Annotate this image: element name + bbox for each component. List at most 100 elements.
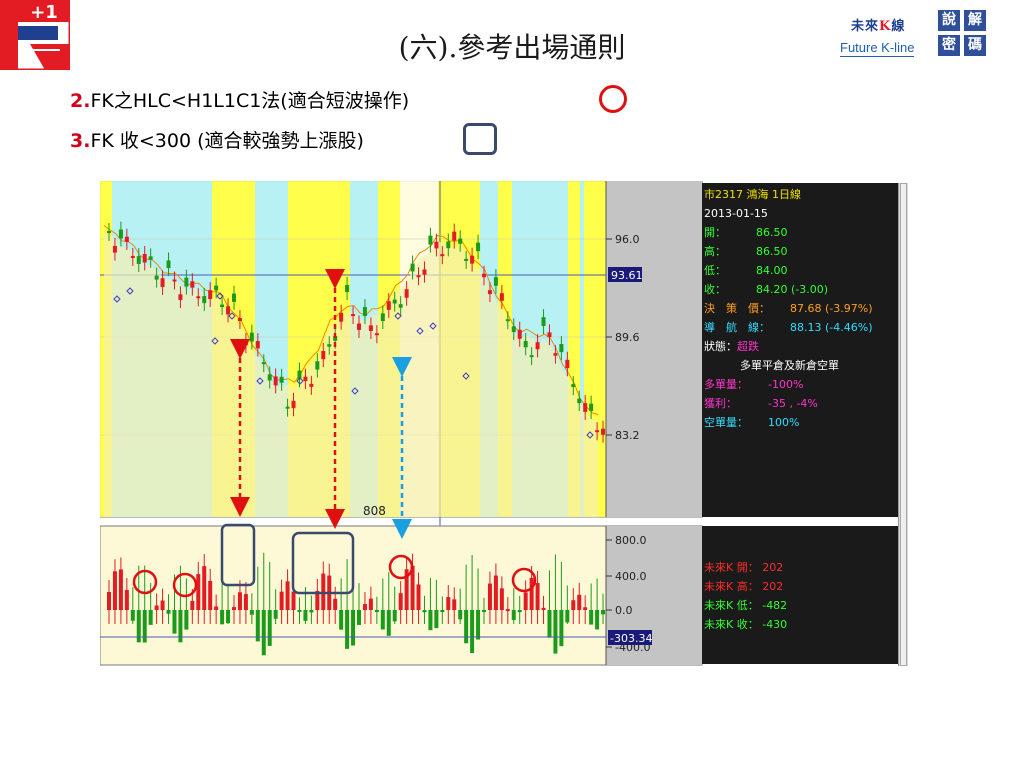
osc-bar [237, 592, 242, 610]
decode-tiles: 說 解 密 碼 [938, 10, 988, 58]
candle-body [357, 323, 361, 330]
osc-bar [368, 598, 373, 610]
osc-bar [297, 610, 302, 612]
osc-bar [428, 610, 433, 631]
candle-body [511, 326, 516, 332]
osc-bar [303, 610, 308, 621]
candle-body [368, 325, 373, 331]
candle-body [559, 344, 564, 353]
candle-body [589, 403, 594, 411]
candle-body [577, 398, 582, 404]
square-marker-legend [463, 123, 497, 155]
candle-body [214, 285, 219, 291]
osc-bar [154, 605, 159, 610]
osc-tick-label: 800.0 [615, 534, 647, 547]
osc-bar [565, 610, 570, 623]
osc-bar [130, 610, 135, 621]
osc-current-label: -303.34 [610, 632, 652, 645]
candle-body [291, 400, 296, 409]
candle-body [458, 238, 463, 244]
osc-bar [279, 591, 284, 610]
svg-text:+1: +1 [30, 2, 58, 23]
osc-bar [571, 600, 576, 610]
osc-bar [523, 592, 528, 610]
quote-date: 2013-01-15 [704, 207, 768, 220]
osc-bar [452, 599, 457, 610]
candle-body [345, 285, 350, 293]
candle-body [499, 293, 504, 301]
osc-bar [118, 569, 123, 610]
candle-body [422, 269, 427, 275]
osc-bar [559, 610, 564, 647]
candle-body [487, 290, 492, 295]
candle-body [446, 241, 451, 249]
osc-bar [232, 607, 236, 610]
osc-bar [166, 610, 171, 614]
osc-bar [422, 610, 427, 613]
decision-price-row: 決 策 價： 87.68 (-3.97%) [704, 302, 873, 315]
osc-bar [529, 577, 534, 610]
osc-bar [595, 610, 600, 630]
osc-bar [357, 610, 361, 625]
osc-bar [434, 610, 439, 629]
osc-bar [464, 610, 469, 644]
candle-body [142, 254, 147, 263]
candle-body [476, 242, 481, 252]
candle-body [482, 273, 486, 278]
osc-bar [517, 610, 522, 613]
candle-body [118, 229, 123, 239]
candle-body [267, 374, 272, 381]
nav-line-row: 導 航 線： 88.13 (-4.46%) [704, 321, 873, 334]
osc-bar [226, 610, 231, 624]
osc-bar [148, 610, 153, 625]
osc-bar [511, 610, 516, 620]
state-row: 狀態：超跌 [704, 340, 759, 353]
osc-bar [172, 610, 177, 634]
osc-bar [142, 610, 147, 643]
osc-bar [339, 610, 344, 630]
osc-tick-label: 400.0 [615, 570, 647, 583]
fk-info-panel: 未來K 開： 202 未來K 高： 202 未來K 低： -482 未來K 收：… [702, 526, 898, 664]
osc-bar [214, 606, 219, 610]
candle-body [601, 428, 606, 435]
candle-body [226, 306, 231, 315]
brand-name-en: Future K-line [840, 40, 915, 57]
candle-body [130, 255, 135, 258]
candle-body [565, 359, 570, 369]
candle-body [362, 307, 367, 317]
candle-body [410, 263, 415, 272]
candle-body [166, 260, 171, 269]
candle-body [529, 355, 534, 358]
osc-bar [493, 575, 498, 610]
chart-scrollbar[interactable] [898, 183, 908, 666]
scrollbar-thumb[interactable] [900, 183, 907, 666]
profit-row: 獲利： -35 , -4% [704, 397, 818, 410]
candle-body [154, 275, 159, 280]
candle-body [279, 376, 284, 383]
candle-body [535, 342, 540, 350]
candle-body [232, 293, 236, 302]
candle-body [148, 256, 153, 260]
osc-bar [386, 610, 391, 636]
candle-body [553, 353, 558, 356]
candle-body [255, 341, 260, 349]
candle-body [208, 290, 213, 300]
candle-body [237, 318, 242, 322]
rule-2: 2.FK之HLC<H1L1C1法(適合短波操作) [70, 90, 410, 112]
osc-bar [261, 610, 266, 656]
osc-bar [220, 610, 225, 625]
candle-body [112, 245, 117, 253]
state-note: 多單平倉及新倉空單 [740, 359, 839, 372]
price-tick-label: 89.6 [615, 331, 640, 344]
candle-body [309, 383, 314, 387]
candle-body [327, 344, 332, 347]
candle-body [493, 277, 498, 286]
close-row: 收： 84.20 (-3.00) [704, 283, 829, 296]
osc-bar [482, 610, 486, 612]
candle-body [505, 319, 510, 322]
osc-bar [416, 584, 421, 610]
osc-bar [380, 610, 385, 630]
short-row: 空單量： 100% [704, 416, 800, 429]
candle-body [184, 277, 189, 287]
osc-bar [446, 597, 451, 610]
